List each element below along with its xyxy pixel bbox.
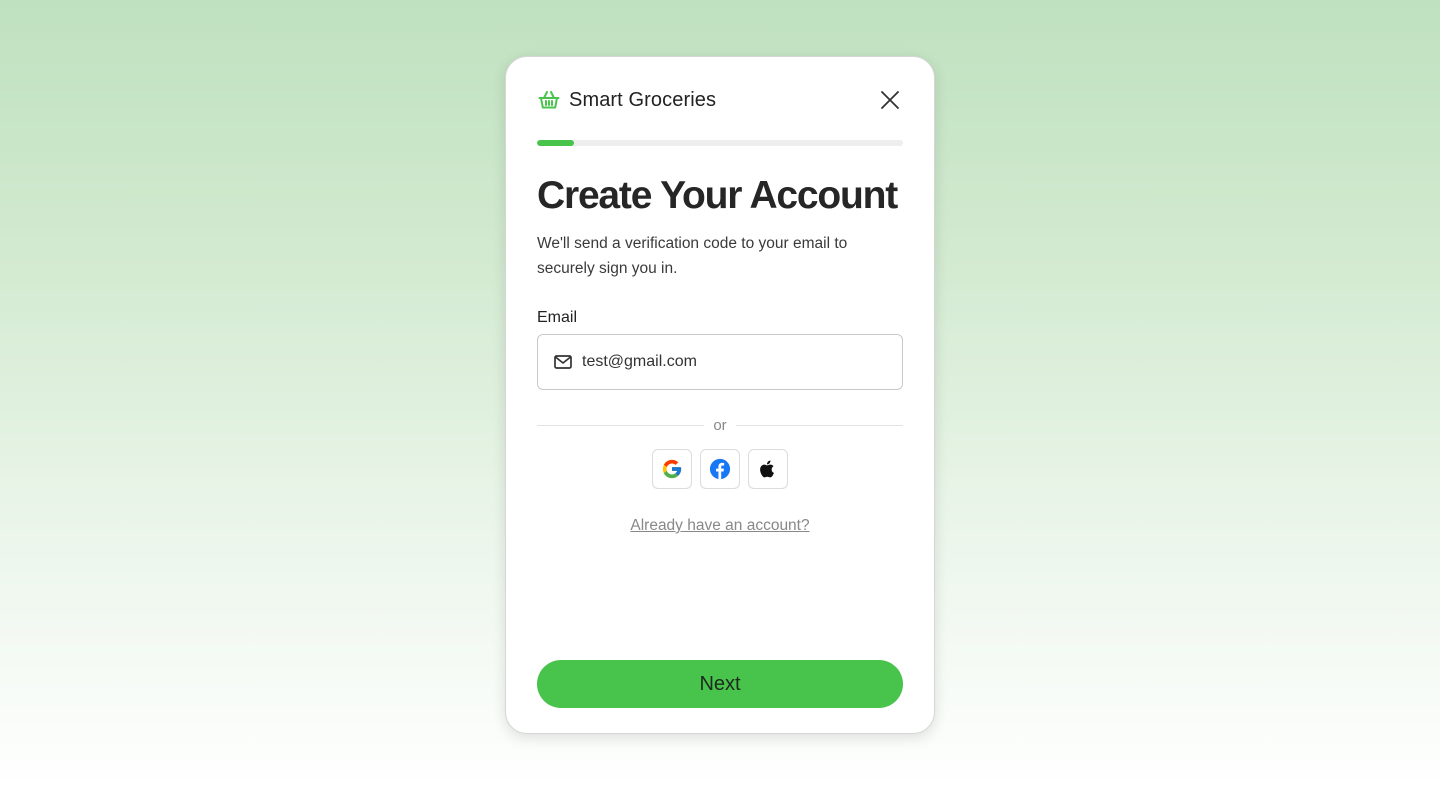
mail-icon — [553, 352, 573, 372]
email-label: Email — [537, 309, 578, 326]
next-button[interactable]: Next — [537, 660, 903, 708]
social-login-buttons — [506, 449, 934, 489]
google-icon — [662, 459, 682, 479]
dialog-header: Smart Groceries — [537, 87, 903, 113]
already-have-account-link[interactable]: Already have an account? — [630, 517, 809, 534]
email-field[interactable] — [537, 334, 903, 390]
google-login-button[interactable] — [652, 449, 692, 489]
email-input[interactable] — [582, 353, 882, 371]
page-subtitle: We'll send a verification code to your e… — [537, 235, 848, 277]
basket-icon — [537, 88, 561, 112]
divider-line — [735, 424, 903, 426]
close-button[interactable] — [877, 87, 903, 113]
apple-icon — [760, 460, 774, 478]
facebook-login-button[interactable] — [700, 449, 740, 489]
progress-fill — [537, 140, 574, 146]
or-divider: or — [537, 415, 903, 435]
divider-line — [537, 424, 705, 426]
close-icon — [881, 91, 899, 109]
signup-dialog: Smart Groceries Create Your Account We'l… — [505, 56, 935, 734]
apple-login-button[interactable] — [748, 449, 788, 489]
page-title: Create Your Account — [537, 174, 898, 217]
facebook-icon — [709, 458, 731, 480]
progress-bar — [537, 140, 903, 146]
signin-link-row: Already have an account? — [506, 517, 934, 535]
brand-name: Smart Groceries — [569, 88, 717, 111]
divider-text: or — [713, 416, 727, 434]
